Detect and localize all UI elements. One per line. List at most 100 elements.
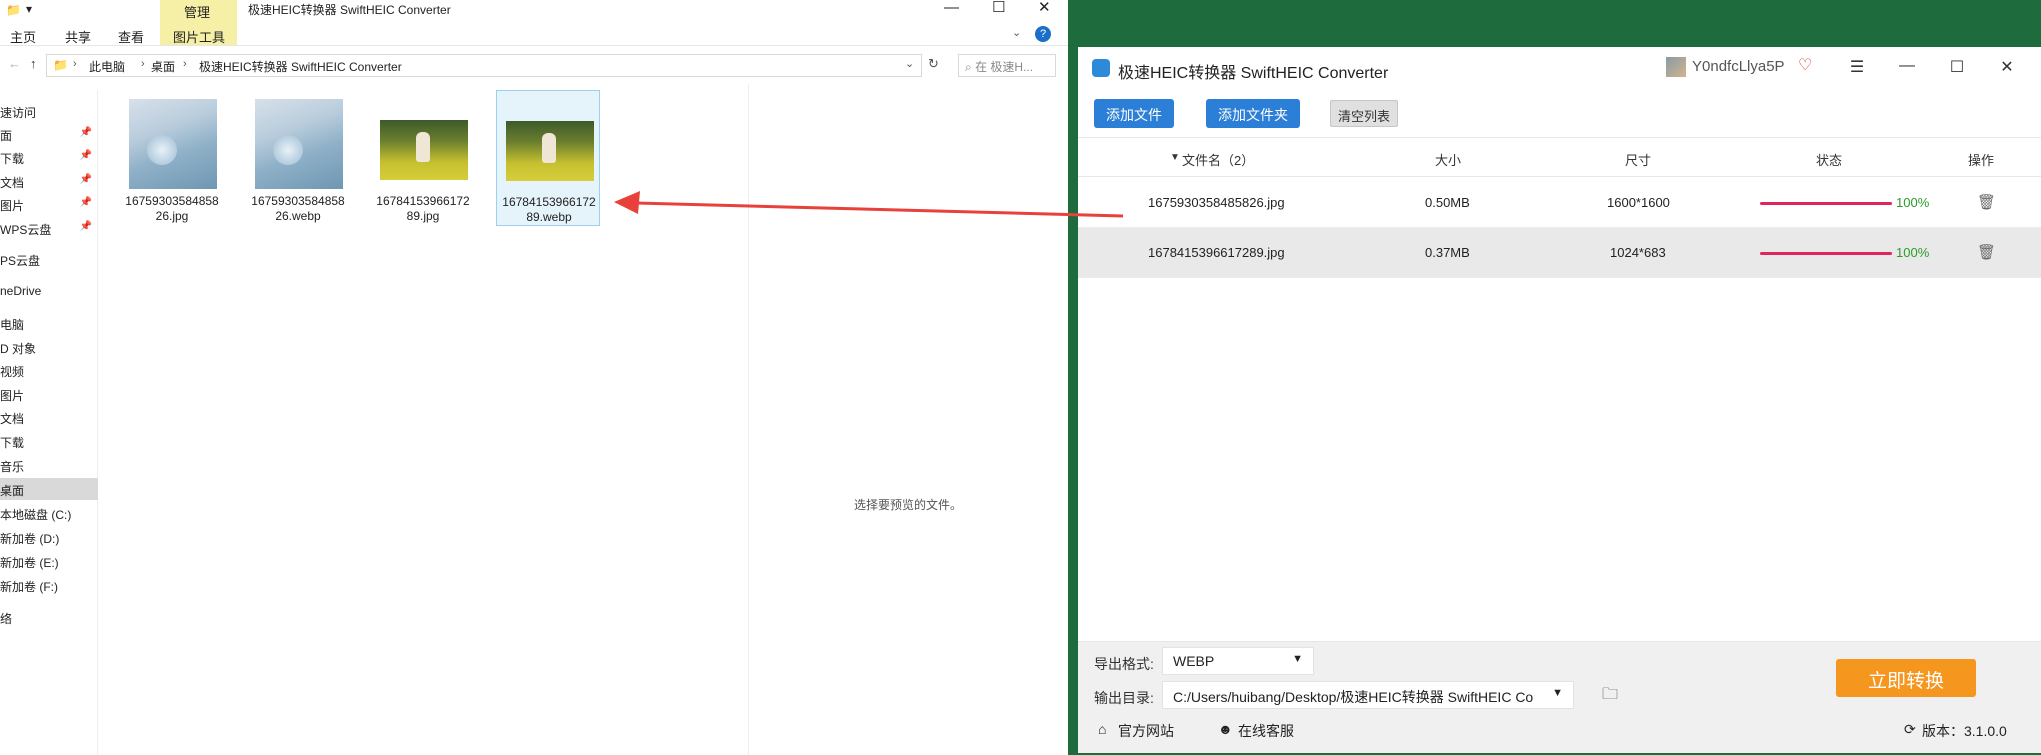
help-icon[interactable]: ? (1035, 26, 1051, 42)
convert-button[interactable]: 立即转换 (1836, 659, 1976, 697)
address-dropdown-icon[interactable]: ⌄ (905, 57, 914, 70)
table-row[interactable]: 1675930358485826.jpg 0.50MB 1600*1600 10… (1078, 178, 2041, 228)
chevron-down-icon: ▼ (1292, 653, 1303, 665)
nav-item[interactable]: 电脑 (0, 312, 98, 334)
progress-percent: 100% (1896, 195, 1930, 210)
open-folder-icon[interactable]: 🗀 (1602, 683, 1618, 710)
nav-item[interactable]: 视频 (0, 359, 98, 381)
nav-item-label: 文档 (0, 412, 25, 426)
tab-view[interactable]: 查看 (118, 27, 144, 46)
ribbon-tabs: 主页 共享 查看 图片工具 ? ⌄ (0, 24, 1068, 46)
nav-item[interactable]: neDrive (0, 280, 98, 302)
nav-item[interactable]: WPS云盘 📌 (0, 217, 98, 239)
nav-item[interactable]: 络 (0, 606, 98, 628)
row-dimensions: 1024*683 (1610, 245, 1666, 260)
row-filename: 1678415396617289.jpg (1148, 245, 1285, 260)
converter-titlebar: 极速HEIC转换器 SwiftHEIC Converter Y0ndfcLlya… (1078, 47, 2041, 91)
add-file-button[interactable]: 添加文件 (1094, 99, 1174, 128)
nav-item[interactable]: 本地磁盘 (C:) (0, 502, 98, 524)
ribbon-expand-icon[interactable]: ⌄ (1012, 26, 1021, 39)
nav-item[interactable]: 桌面 (0, 478, 98, 500)
username[interactable]: Y0ndfcLlya5P (1692, 58, 1785, 75)
home-icon[interactable]: ⌂ (1098, 721, 1106, 737)
delete-icon[interactable]: 🗑 (1977, 193, 1996, 211)
sort-caret-icon[interactable]: ▼ (1170, 152, 1180, 163)
maximize-icon[interactable]: ☐ (1946, 57, 1968, 79)
pin-icon: 📌 (79, 150, 92, 161)
nav-item[interactable]: 图片 📌 (0, 193, 98, 215)
table-row[interactable]: 1678415396617289.jpg 0.37MB 1024*683 100… (1078, 228, 2041, 278)
delete-icon[interactable]: 🗑 (1977, 243, 1996, 261)
minimize-icon[interactable]: — (944, 0, 959, 16)
nav-item-label: 图片 (0, 389, 25, 403)
file-thumbnail (129, 99, 217, 189)
add-folder-button[interactable]: 添加文件夹 (1206, 99, 1300, 128)
file-tile[interactable]: 1675930358485826.webp (246, 90, 350, 226)
pin-icon: 📌 (79, 127, 92, 138)
nav-item[interactable]: 面 📌 (0, 123, 98, 145)
up-icon[interactable]: ↑ (30, 56, 37, 71)
refresh-version-icon[interactable]: ⟳ (1904, 721, 1916, 738)
search-placeholder: 在 极速H... (975, 60, 1034, 74)
folder-icon: 📁 (6, 3, 21, 17)
back-icon[interactable]: ← (8, 56, 21, 71)
pin-icon: 📌 (79, 174, 92, 185)
tab-home[interactable]: 主页 (10, 27, 36, 46)
file-tile[interactable]: 1675930358485826.jpg (120, 90, 224, 226)
clear-list-button[interactable]: 清空列表 (1330, 100, 1398, 127)
nav-item[interactable]: 新加卷 (E:) (0, 550, 98, 572)
nav-item[interactable]: 文档 📌 (0, 170, 98, 192)
file-tile[interactable]: 1678415396617289.webp (496, 90, 600, 226)
column-filename[interactable]: 文件名（2） (1182, 150, 1254, 169)
navigation-pane: 速访问面 📌 下载 📌 文档 📌 图片 📌 WPS云盘 📌 PS云盘 neDrive 电脑 D 对象 视频图… (0, 90, 98, 755)
nav-item[interactable]: 文档 (0, 406, 98, 428)
quick-access-dropdown-icon[interactable]: ▾ (26, 2, 32, 16)
file-list: 1675930358485826.jpg 1675930358485826.web… (100, 84, 748, 755)
tab-share[interactable]: 共享 (65, 27, 91, 46)
progress-bar (1760, 252, 1892, 255)
file-tile[interactable]: 1678415396617289.jpg (371, 90, 475, 226)
headset-icon[interactable]: ☻ (1218, 721, 1233, 737)
nav-item[interactable]: 新加卷 (F:) (0, 574, 98, 596)
refresh-icon[interactable]: ↻ (928, 56, 939, 72)
avatar[interactable] (1666, 57, 1686, 77)
support-link[interactable]: 在线客服 (1238, 721, 1294, 741)
output-path-select[interactable]: C:/Users/huibang/Desktop/极速HEIC转换器 Swift… (1162, 681, 1574, 709)
nav-item[interactable]: 音乐 (0, 454, 98, 476)
nav-item-label: 速访问 (0, 106, 37, 120)
nav-item[interactable]: 速访问 (0, 100, 98, 122)
nav-item[interactable]: 新加卷 (D:) (0, 526, 98, 548)
close-icon[interactable]: ✕ (1038, 0, 1051, 16)
nav-item[interactable]: PS云盘 (0, 248, 98, 270)
close-icon[interactable]: ✕ (1996, 57, 2018, 79)
row-dimensions: 1600*1600 (1607, 195, 1670, 210)
menu-icon[interactable]: ☰ (1846, 57, 1868, 79)
column-dimensions: 尺寸 (1625, 153, 1652, 168)
tab-manage[interactable]: 管理 (184, 2, 210, 21)
nav-item[interactable]: 下载 📌 (0, 146, 98, 168)
converter-window: 极速HEIC转换器 SwiftHEIC Converter Y0ndfcLlya… (1078, 47, 2041, 753)
nav-item-label: 新加卷 (F:) (0, 580, 58, 594)
breadcrumb-pc[interactable]: 此电脑 (89, 58, 125, 75)
nav-item[interactable]: D 对象 (0, 336, 98, 358)
row-size: 0.50MB (1425, 195, 1470, 210)
tab-picture-tools[interactable]: 图片工具 (173, 27, 225, 46)
column-operation: 操作 (1968, 153, 1995, 168)
search-input[interactable]: ⌕ 在 极速H... (958, 54, 1056, 77)
chevron-right-icon: › (183, 58, 187, 70)
breadcrumb-folder[interactable]: 极速HEIC转换器 SwiftHEIC Converter (199, 58, 402, 75)
minimize-icon[interactable]: — (1896, 57, 1918, 79)
format-select[interactable]: WEBP ▼ (1162, 647, 1314, 675)
nav-item[interactable]: 图片 (0, 383, 98, 405)
breadcrumb-desktop[interactable]: 桌面 (151, 58, 175, 75)
nav-item-label: 桌面 (0, 484, 25, 498)
website-link[interactable]: 官方网站 (1118, 721, 1174, 741)
chevron-down-icon: ▼ (1548, 687, 1563, 699)
pin-icon: 📌 (79, 221, 92, 232)
nav-item[interactable]: 下载 (0, 430, 98, 452)
address-bar[interactable]: 📁 › 此电脑 › 桌面 › 极速HEIC转换器 SwiftHEIC Conve… (46, 54, 922, 77)
nav-item-label: 文档 (0, 176, 25, 190)
maximize-icon[interactable]: ☐ (992, 0, 1005, 16)
vip-diamond-icon[interactable]: ♡ (1798, 55, 1812, 75)
nav-item-label: WPS云盘 (0, 223, 52, 237)
